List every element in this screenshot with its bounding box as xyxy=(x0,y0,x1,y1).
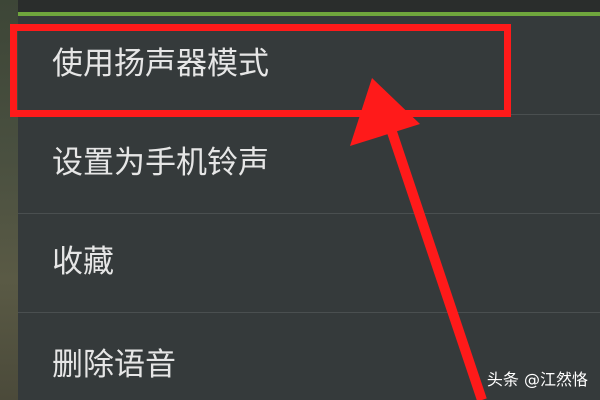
menu-item-label: 使用扬声器模式 xyxy=(52,46,269,82)
menu-item-set-ringtone[interactable]: 设置为手机铃声 xyxy=(18,115,600,214)
menu-item-label: 设置为手机铃声 xyxy=(52,145,269,181)
watermark: 头条 @江然恪 xyxy=(486,370,588,389)
top-bar xyxy=(0,0,600,12)
menu-item-speaker-mode[interactable]: 使用扬声器模式 xyxy=(18,16,600,115)
context-menu: 使用扬声器模式 设置为手机铃声 收藏 删除语音 xyxy=(18,16,600,400)
menu-item-label: 收藏 xyxy=(52,244,114,280)
screen: 使用扬声器模式 设置为手机铃声 收藏 删除语音 头条 @江然恪 xyxy=(0,0,600,400)
background-strip xyxy=(0,0,18,400)
menu-item-label: 删除语音 xyxy=(52,347,176,383)
menu-item-favorite[interactable]: 收藏 xyxy=(18,214,600,313)
